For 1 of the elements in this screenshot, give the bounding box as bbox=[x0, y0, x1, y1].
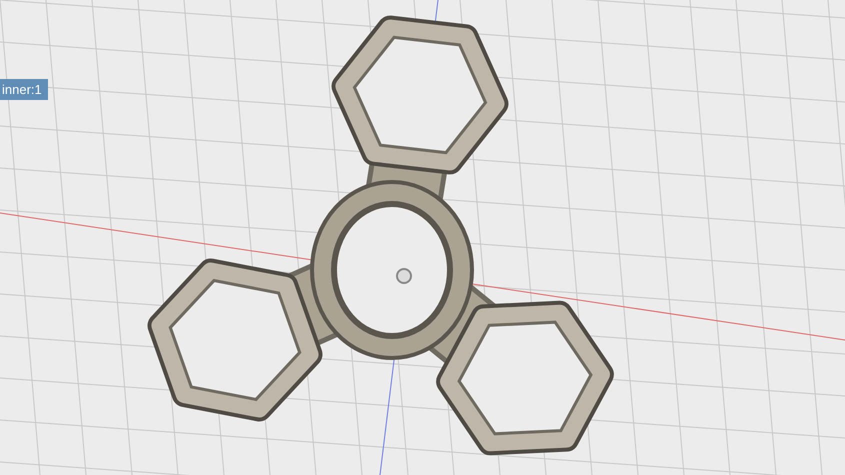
body-label: inner:1 bbox=[0, 79, 48, 100]
